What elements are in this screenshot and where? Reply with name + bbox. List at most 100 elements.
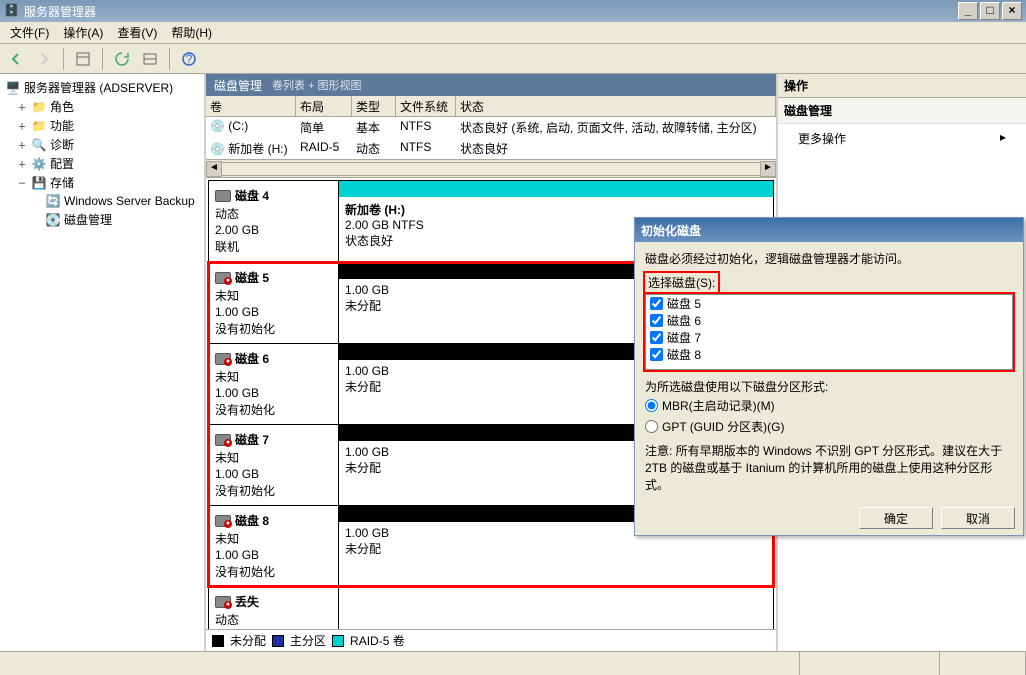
disk-6-label: 磁盘 6 未知 1.00 GB 没有初始化 bbox=[209, 344, 339, 424]
volume-icon: 💿 bbox=[210, 119, 225, 133]
main-header: 磁盘管理 卷列表 + 图形视图 bbox=[206, 74, 776, 96]
tree-config[interactable]: +⚙️配置 bbox=[2, 154, 202, 173]
dialog-note: 注意: 所有早期版本的 Windows 不识别 GPT 分区形式。建议在大于 2… bbox=[645, 443, 1013, 493]
disk-checkbox[interactable] bbox=[650, 331, 663, 344]
volume-row[interactable]: 💿 新加卷 (H:)RAID-5动态NTFS状态良好 bbox=[206, 138, 776, 159]
svg-text:?: ? bbox=[186, 52, 193, 66]
init-disk-dialog: 初始化磁盘 磁盘必须经过初始化，逻辑磁盘管理器才能访问。 选择磁盘(S): 磁盘… bbox=[634, 217, 1024, 536]
disk-7-label: 磁盘 7 未知 1.00 GB 没有初始化 bbox=[209, 425, 339, 505]
disk-error-icon bbox=[215, 596, 231, 608]
disk-error-icon bbox=[215, 272, 231, 284]
disk-8-label: 磁盘 8 未知 1.00 GB 没有初始化 bbox=[209, 506, 339, 586]
expand-icon[interactable]: + bbox=[16, 100, 28, 114]
storage-icon: 💾 bbox=[31, 175, 47, 191]
disk-select-item[interactable]: 磁盘 5 bbox=[646, 295, 1012, 312]
legend-unalloc: 未分配 bbox=[230, 632, 266, 649]
scroll-right-icon[interactable]: ► bbox=[760, 161, 776, 177]
radio-mbr-input[interactable] bbox=[645, 399, 658, 412]
roles-icon: 📁 bbox=[31, 99, 47, 115]
tree-features[interactable]: +📁功能 bbox=[2, 116, 202, 135]
radio-gpt-input[interactable] bbox=[645, 420, 658, 433]
tree-diskmgmt[interactable]: 💽磁盘管理 bbox=[2, 210, 202, 229]
expand-icon[interactable]: + bbox=[16, 138, 28, 152]
close-button[interactable]: × bbox=[1002, 2, 1022, 20]
radio-gpt[interactable]: GPT (GUID 分区表)(G) bbox=[645, 416, 1013, 437]
menu-help[interactable]: 帮助(H) bbox=[165, 22, 218, 43]
disk-select-list[interactable]: 磁盘 5磁盘 6磁盘 7磁盘 8 bbox=[645, 294, 1013, 370]
scroll-left-icon[interactable]: ◄ bbox=[206, 161, 222, 177]
ok-button[interactable]: 确定 bbox=[859, 507, 933, 529]
refresh-button[interactable] bbox=[110, 47, 134, 71]
volume-hscroll[interactable]: ◄► bbox=[206, 159, 776, 177]
app-icon: 🗄️ bbox=[4, 3, 20, 19]
expand-icon[interactable]: + bbox=[16, 119, 28, 133]
disk-lost-row[interactable]: 丢失 动态 bbox=[208, 587, 774, 629]
disk-5-label: 磁盘 5 未知 1.00 GB 没有初始化 bbox=[209, 263, 339, 343]
disk-checkbox[interactable] bbox=[650, 297, 663, 310]
select-disk-label: 选择磁盘(S): bbox=[648, 276, 715, 290]
server-icon: 🖥️ bbox=[5, 80, 21, 96]
disk-checkbox[interactable] bbox=[650, 348, 663, 361]
dialog-title[interactable]: 初始化磁盘 bbox=[635, 218, 1023, 242]
actions-header: 操作 bbox=[778, 74, 1026, 98]
disk-lost-partition bbox=[339, 587, 773, 629]
partition-style-radios: MBR(主启动记录)(M) GPT (GUID 分区表)(G) bbox=[645, 395, 1013, 437]
cancel-button[interactable]: 取消 bbox=[941, 507, 1015, 529]
disk-select-item[interactable]: 磁盘 7 bbox=[646, 329, 1012, 346]
menu-action[interactable]: 操作(A) bbox=[57, 22, 109, 43]
tree-root[interactable]: 🖥️服务器管理器 (ADSERVER) bbox=[2, 78, 202, 97]
col-fs[interactable]: 文件系统 bbox=[396, 96, 456, 116]
restore-button[interactable]: □ bbox=[980, 2, 1000, 20]
menu-view[interactable]: 查看(V) bbox=[111, 22, 163, 43]
actions-more[interactable]: 更多操作 ▸ bbox=[778, 124, 1026, 153]
col-status[interactable]: 状态 bbox=[456, 96, 776, 116]
legend-raid5-swatch bbox=[332, 635, 344, 647]
diskmgmt-icon: 💽 bbox=[45, 212, 61, 228]
tree-storage-label: 存储 bbox=[50, 174, 74, 191]
col-volume[interactable]: 卷 bbox=[206, 96, 296, 116]
nav-tree[interactable]: 🖥️服务器管理器 (ADSERVER) +📁角色 +📁功能 +🔍诊断 +⚙️配置… bbox=[0, 74, 206, 651]
disk-checkbox[interactable] bbox=[650, 314, 663, 327]
tree-diag-label: 诊断 bbox=[50, 136, 74, 153]
radio-mbr[interactable]: MBR(主启动记录)(M) bbox=[645, 395, 1013, 416]
col-type[interactable]: 类型 bbox=[352, 96, 396, 116]
tree-wsb[interactable]: 🔄Windows Server Backup bbox=[2, 192, 202, 210]
help-button[interactable]: ? bbox=[177, 47, 201, 71]
statusbar bbox=[0, 651, 1026, 675]
tree-diag[interactable]: +🔍诊断 bbox=[2, 135, 202, 154]
menu-file[interactable]: 文件(F) bbox=[4, 22, 55, 43]
main-subtitle: 卷列表 + 图形视图 bbox=[272, 77, 362, 93]
disk-lost-label: 丢失 动态 bbox=[209, 587, 339, 629]
actions-more-label: 更多操作 bbox=[798, 130, 846, 147]
minimize-button[interactable]: _ bbox=[958, 2, 978, 20]
legend-primary-swatch bbox=[272, 635, 284, 647]
legend-raid5: RAID-5 卷 bbox=[350, 632, 405, 649]
collapse-icon[interactable]: − bbox=[16, 176, 28, 190]
disk-error-icon bbox=[215, 353, 231, 365]
diag-icon: 🔍 bbox=[31, 137, 47, 153]
backup-icon: 🔄 bbox=[45, 193, 61, 209]
volume-header: 卷 布局 类型 文件系统 状态 bbox=[206, 96, 776, 117]
disk-error-icon bbox=[215, 515, 231, 527]
features-icon: 📁 bbox=[31, 118, 47, 134]
col-layout[interactable]: 布局 bbox=[296, 96, 352, 116]
expand-icon[interactable]: + bbox=[16, 157, 28, 171]
settings-button[interactable] bbox=[138, 47, 162, 71]
legend: 未分配 主分区 RAID-5 卷 bbox=[206, 629, 776, 651]
volume-row[interactable]: 💿 (C:)简单基本NTFS状态良好 (系统, 启动, 页面文件, 活动, 故障… bbox=[206, 117, 776, 138]
volume-icon: 💿 bbox=[210, 142, 225, 156]
tree-features-label: 功能 bbox=[50, 117, 74, 134]
disk-select-item[interactable]: 磁盘 6 bbox=[646, 312, 1012, 329]
toolbar: ? bbox=[0, 44, 1026, 74]
tree-root-label: 服务器管理器 (ADSERVER) bbox=[24, 79, 173, 96]
forward-button[interactable] bbox=[32, 47, 56, 71]
tree-storage[interactable]: −💾存储 bbox=[2, 173, 202, 192]
disk-error-icon bbox=[215, 434, 231, 446]
view-button[interactable] bbox=[71, 47, 95, 71]
back-button[interactable] bbox=[4, 47, 28, 71]
disk-select-item[interactable]: 磁盘 8 bbox=[646, 346, 1012, 363]
disk-4-label: 磁盘 4 动态 2.00 GB 联机 bbox=[209, 181, 339, 261]
legend-primary: 主分区 bbox=[290, 632, 326, 649]
tree-diskmgmt-label: 磁盘管理 bbox=[64, 211, 112, 228]
tree-roles[interactable]: +📁角色 bbox=[2, 97, 202, 116]
